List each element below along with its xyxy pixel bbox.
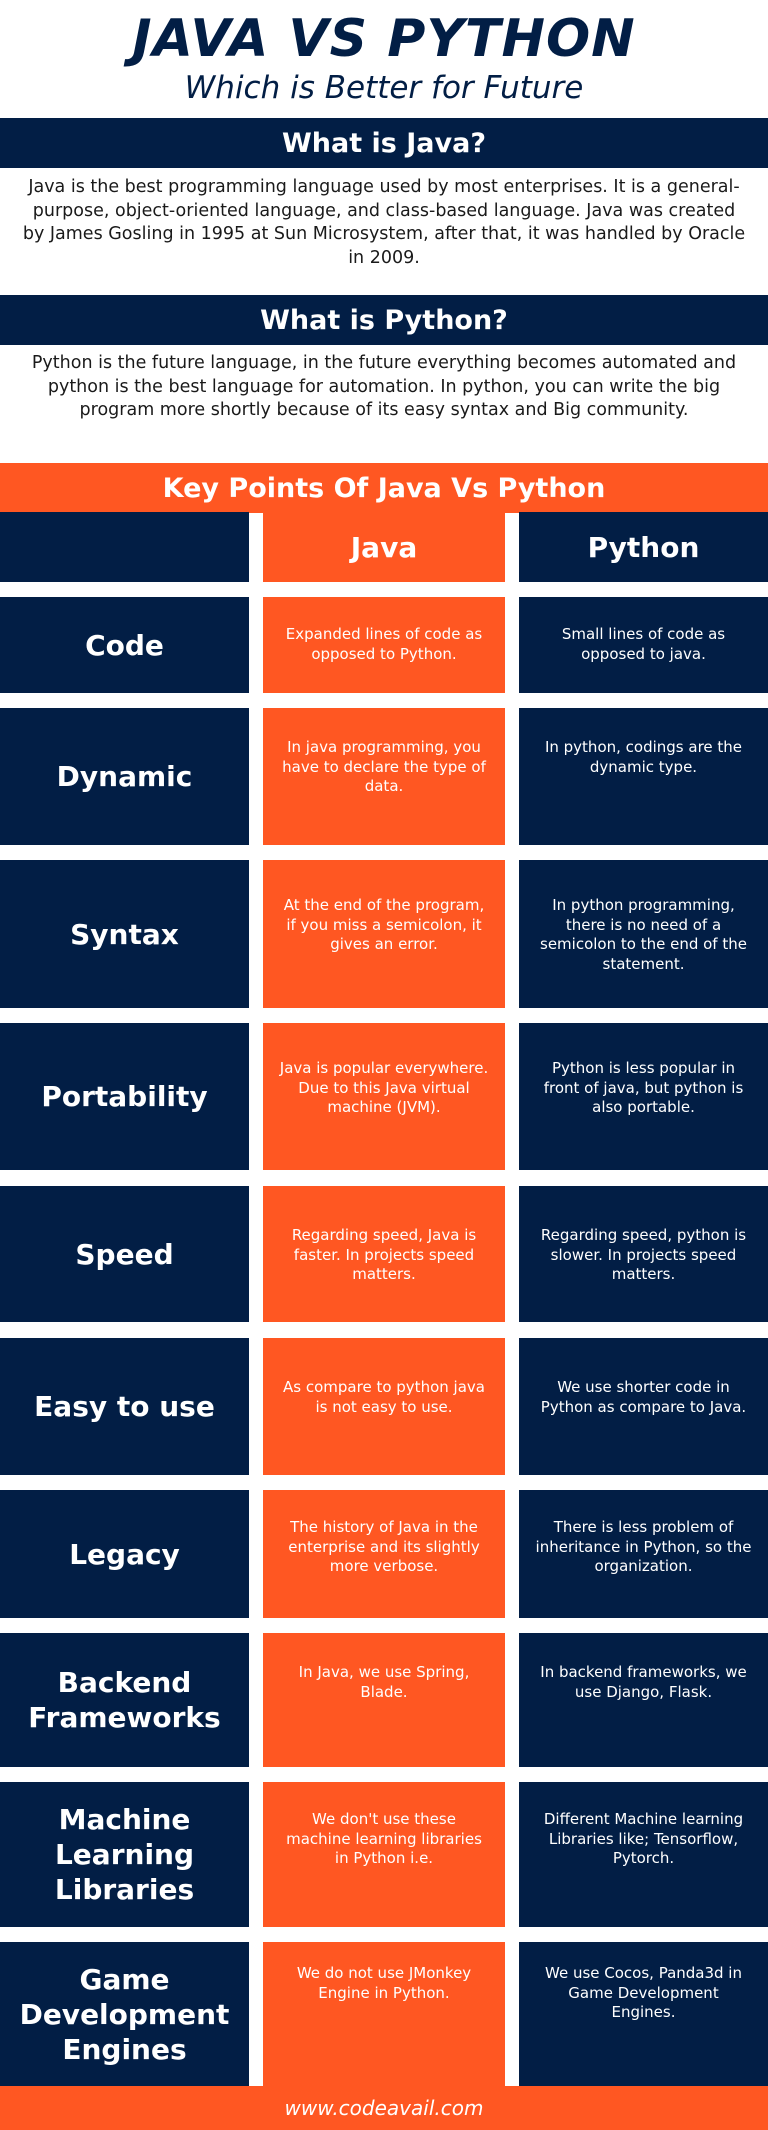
java-cell-text: In java programming, you have to declare…: [282, 738, 486, 795]
footer-website: www.codeavail.com: [0, 2086, 768, 2130]
java-cell-text: In Java, we use Spring, Blade.: [298, 1663, 470, 1701]
row-label: Syntax: [0, 860, 249, 1008]
row-label: Portability: [0, 1023, 249, 1170]
python-description: Python is the future language, in the fu…: [31, 353, 737, 420]
python-cell-text: We use shorter code in Python as compare…: [540, 1378, 747, 1416]
python-cell: We use shorter code in Python as compare…: [519, 1338, 768, 1475]
python-cell: In python, codings are the dynamic type.: [519, 708, 768, 845]
python-cell-text: In python, codings are the dynamic type.: [544, 738, 743, 776]
python-cell-text: Python is less popular in front of java,…: [543, 1059, 744, 1116]
java-cell: Regarding speed, Java is faster. In proj…: [263, 1186, 505, 1322]
python-cell: There is less problem of inheritance in …: [519, 1490, 768, 1618]
java-cell-text: Java is popular everywhere. Due to this …: [279, 1059, 489, 1116]
java-cell-text: Regarding speed, Java is faster. In proj…: [291, 1226, 477, 1283]
java-cell: At the end of the program, if you miss a…: [263, 860, 505, 1008]
java-cell: The history of Java in the enterprise an…: [263, 1490, 505, 1618]
java-cell: In java programming, you have to declare…: [263, 708, 505, 845]
python-cell: Regarding speed, python is slower. In pr…: [519, 1186, 768, 1322]
row-label: Legacy: [0, 1490, 249, 1618]
row-label: Game Development Engines: [0, 1942, 249, 2086]
java-cell: We do not use JMonkey Engine in Python.: [263, 1942, 505, 2086]
table-header-empty: [0, 512, 249, 582]
java-cell-text: The history of Java in the enterprise an…: [288, 1518, 480, 1575]
python-section-heading: What is Python?: [0, 295, 768, 345]
row-label: Machine Learning Libraries: [0, 1782, 249, 1927]
row-label: Dynamic: [0, 708, 249, 845]
row-label: Code: [0, 597, 249, 693]
python-cell: Python is less popular in front of java,…: [519, 1023, 768, 1170]
python-cell: We use Cocos, Panda3d in Game Developmen…: [519, 1942, 768, 2086]
python-cell-text: We use Cocos, Panda3d in Game Developmen…: [545, 1964, 742, 2021]
python-cell: In python programming, there is no need …: [519, 860, 768, 1008]
java-cell-text: At the end of the program, if you miss a…: [283, 896, 485, 953]
page-subtitle: Which is Better for Future: [184, 70, 584, 106]
table-header-python: Python: [519, 512, 768, 582]
python-cell: Different Machine learning Libraries lik…: [519, 1782, 768, 1927]
java-cell-text: Expanded lines of code as opposed to Pyt…: [285, 625, 483, 663]
python-cell: Small lines of code as opposed to java.: [519, 597, 768, 693]
row-label: Easy to use: [0, 1338, 249, 1475]
java-cell: As compare to python java is not easy to…: [263, 1338, 505, 1475]
row-label: Backend Frameworks: [0, 1633, 249, 1767]
python-cell-text: Small lines of code as opposed to java.: [561, 625, 726, 663]
python-cell-text: In backend frameworks, we use Django, Fl…: [540, 1663, 747, 1701]
python-cell-text: Different Machine learning Libraries lik…: [543, 1810, 744, 1867]
java-cell: Expanded lines of code as opposed to Pyt…: [263, 597, 505, 693]
comparison-heading: Key Points Of Java Vs Python: [0, 463, 768, 513]
java-cell: Java is popular everywhere. Due to this …: [263, 1023, 505, 1170]
java-cell-text: As compare to python java is not easy to…: [283, 1378, 485, 1416]
java-section-heading: What is Java?: [0, 118, 768, 168]
page-title: JAVA VS PYTHON: [132, 9, 636, 69]
python-cell: In backend frameworks, we use Django, Fl…: [519, 1633, 768, 1767]
java-cell: We don't use these machine learning libr…: [263, 1782, 505, 1927]
java-description: Java is the best programming language us…: [22, 177, 746, 268]
python-cell-text: In python programming, there is no need …: [540, 896, 747, 973]
row-label: Speed: [0, 1186, 249, 1322]
java-cell-text: We do not use JMonkey Engine in Python.: [296, 1964, 472, 2002]
java-cell-text: We don't use these machine learning libr…: [286, 1810, 482, 1867]
python-cell-text: There is less problem of inheritance in …: [535, 1518, 752, 1575]
java-cell: In Java, we use Spring, Blade.: [263, 1633, 505, 1767]
python-cell-text: Regarding speed, python is slower. In pr…: [540, 1226, 747, 1283]
table-header-java: Java: [263, 512, 505, 582]
